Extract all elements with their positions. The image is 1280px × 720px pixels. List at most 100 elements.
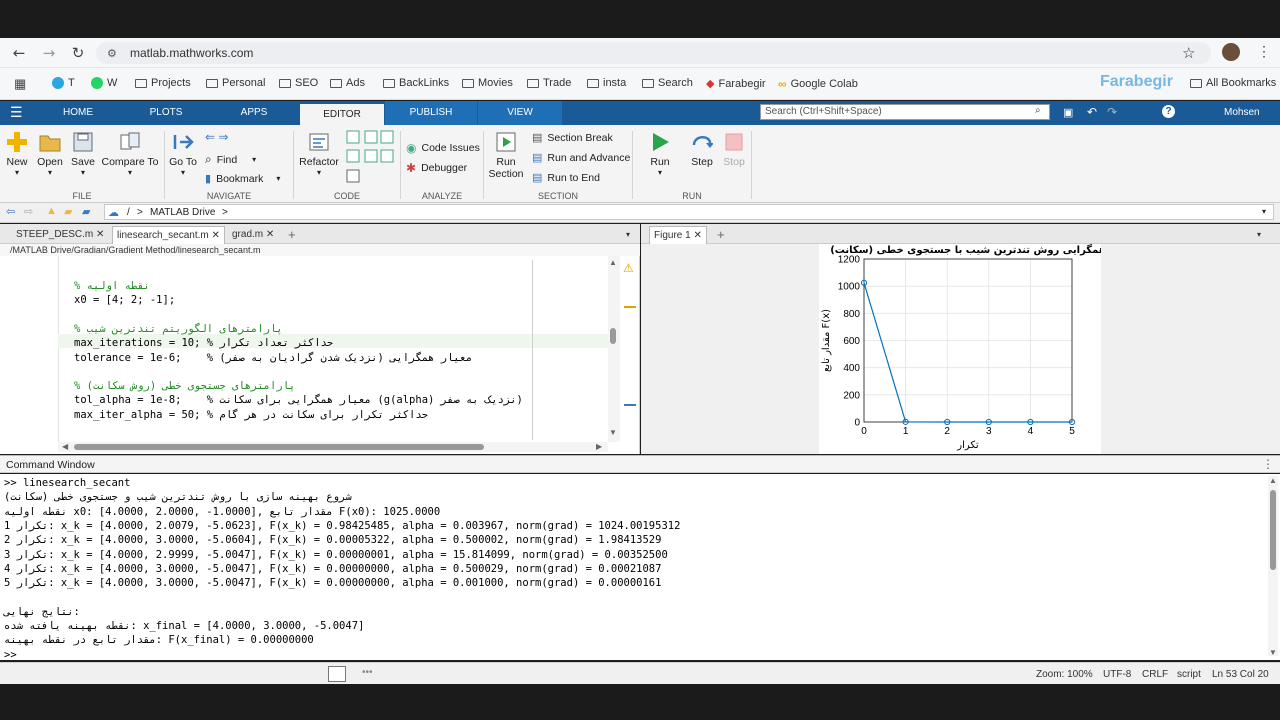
tab-home[interactable]: HOME	[50, 101, 106, 125]
path-input[interactable]	[104, 204, 1274, 220]
tabs-overflow-icon[interactable]: ▾	[622, 226, 634, 244]
stop-button[interactable]: Stop	[720, 131, 748, 168]
code-line[interactable]: x0 = [4; 2; -1];	[74, 294, 175, 306]
menu-icon[interactable]: ⋮	[1257, 43, 1271, 60]
save-button[interactable]: Save ▾	[70, 131, 96, 177]
panel-menu-icon[interactable]: ⋮	[1262, 457, 1274, 471]
nav-back-forward-icon[interactable]: ⇐ ⇒	[205, 130, 228, 144]
redo-icon[interactable]: ↷	[1107, 105, 1117, 119]
bookmark-ads[interactable]: Ads	[330, 77, 365, 89]
run-and-advance-button[interactable]: ▤ Run and Advance	[532, 151, 630, 165]
close-icon[interactable]: ✕	[96, 229, 104, 240]
bookmark-personal[interactable]: Personal	[206, 77, 265, 89]
warning-marker[interactable]	[624, 306, 636, 308]
bookmark-projects[interactable]: Projects	[135, 77, 191, 89]
user-name[interactable]: Mohsen	[1224, 107, 1260, 118]
cloud-folder-icon[interactable]: ▰	[82, 205, 90, 218]
tab-plots[interactable]: PLOTS	[138, 101, 194, 125]
help-icon[interactable]: ?	[1162, 105, 1175, 118]
scroll-right-icon[interactable]: ▶	[596, 442, 602, 451]
bookmark-seo[interactable]: SEO	[279, 77, 318, 89]
tab-grad[interactable]: grad.m ✕	[228, 226, 278, 244]
cmd-scroll-thumb[interactable]	[1270, 490, 1276, 570]
scroll-up-icon[interactable]: ▲	[609, 258, 617, 267]
forward-folder-icon[interactable]: ⇨	[24, 205, 33, 218]
path-matlab-drive[interactable]: MATLAB Drive	[150, 207, 215, 218]
run-to-end-button[interactable]: ▤ Run to End	[532, 171, 600, 185]
add-tab-icon[interactable]: +	[284, 226, 300, 244]
scroll-down-icon[interactable]: ▼	[609, 428, 617, 437]
scroll-left-icon[interactable]: ◀	[62, 442, 68, 451]
bookmark-w[interactable]: W	[91, 77, 117, 89]
path-dropdown-icon[interactable]: ▾	[1262, 207, 1266, 216]
convergence-chart[interactable]: 0 1 2 3 4 5 0 200 400 600 800 1000 1200همگرایی روش ت…	[819, 244, 1101, 454]
close-icon[interactable]: ✕	[266, 229, 274, 240]
scroll-down-icon[interactable]: ▼	[1269, 648, 1277, 657]
info-marker[interactable]	[624, 404, 636, 406]
command-window[interactable]: >> linesearch_secant شروع بهینه سازی با ر…	[0, 474, 1280, 661]
filetype-status[interactable]: script	[1177, 669, 1201, 680]
bookmark-backlinks[interactable]: BackLinks	[383, 77, 449, 89]
code-line[interactable]: max_iter_alpha = 50; % حداکثر تکرار برای…	[74, 409, 428, 421]
avatar[interactable]	[1222, 43, 1240, 61]
search-input[interactable]: Search (Ctrl+Shift+Space)	[760, 104, 1050, 120]
compare-to-button[interactable]: Compare To ▾	[100, 131, 160, 177]
refactor-button[interactable]: Refactor ▾	[298, 131, 340, 177]
bookmark-t[interactable]: T	[52, 77, 75, 89]
h-scroll-thumb[interactable]	[74, 444, 484, 450]
bookmark-google-colab[interactable]: ∞ Google Colab	[778, 77, 858, 91]
code-line[interactable]: tol_alpha = 1e-8; % معیار همگرایی برای س…	[74, 394, 523, 406]
find-button[interactable]: ⌕ Find ▾	[205, 152, 256, 167]
hamburger-icon[interactable]: ☰	[10, 104, 23, 121]
zoom-status[interactable]: Zoom: 100%	[1036, 669, 1093, 680]
browse-folder-icon[interactable]: ▰	[64, 205, 72, 218]
code-editor[interactable]: % نقطه اولیه x0 = [4; 2; -1]; % پارامترهای…	[0, 256, 640, 454]
scroll-up-icon[interactable]: ▲	[1269, 476, 1277, 485]
figure-overflow-icon[interactable]: ▾	[1253, 226, 1265, 244]
site-settings-icon[interactable]: ⚙	[107, 47, 117, 60]
vertical-scrollbar[interactable]	[608, 256, 620, 442]
go-to-button[interactable]: Go To ▾	[168, 131, 198, 177]
scroll-thumb[interactable]	[610, 328, 616, 344]
eol-status[interactable]: CRLF	[1142, 669, 1168, 680]
bookmark-trade[interactable]: Trade	[527, 77, 571, 89]
terminal-icon[interactable]	[328, 666, 346, 682]
code-format-buttons[interactable]	[346, 130, 396, 188]
tab-view[interactable]: VIEW	[478, 101, 562, 125]
bookmark-button[interactable]: ▮ Bookmark ▾	[205, 172, 280, 186]
undo-icon[interactable]: ↶	[1087, 105, 1097, 119]
code-line[interactable]: tolerance = 1e-6; % معیار همگرایی (نزدیک…	[74, 352, 472, 364]
bookmark-insta[interactable]: insta	[587, 77, 626, 89]
url-text[interactable]: matlab.mathworks.com	[130, 46, 253, 60]
up-folder-icon[interactable]: ▲	[46, 205, 57, 217]
tab-figure-1[interactable]: Figure 1 ✕	[649, 226, 707, 244]
back-folder-icon[interactable]: ⇦	[6, 205, 15, 218]
code-line[interactable]: max_iterations = 10; % حداکثر تعداد تکرا…	[74, 337, 333, 349]
bookmark-search[interactable]: Search	[642, 77, 693, 89]
tab-steep-desc[interactable]: STEEP_DESC.m ✕	[12, 226, 108, 244]
apps-grid-icon[interactable]: ▦	[14, 76, 26, 92]
warning-icon[interactable]: ⚠	[623, 261, 634, 275]
star-icon[interactable]: ☆	[1182, 44, 1195, 62]
run-button[interactable]: Run ▾	[646, 131, 674, 177]
close-icon[interactable]: ✕	[693, 230, 701, 241]
all-bookmarks[interactable]: All Bookmarks	[1190, 77, 1276, 89]
code-issues-button[interactable]: ◉ Code Issues	[406, 141, 480, 155]
open-button[interactable]: Open ▾	[36, 131, 64, 177]
bookmark-farabegir[interactable]: ◆ Farabegir	[706, 77, 766, 91]
run-section-button[interactable]: Run Section	[488, 131, 524, 180]
tab-editor[interactable]: EDITOR	[300, 104, 384, 125]
step-button[interactable]: Step	[688, 131, 716, 168]
back-icon[interactable]: ←	[10, 44, 28, 62]
reload-icon[interactable]: ↻	[69, 44, 87, 62]
new-button[interactable]: New ▾	[4, 131, 30, 177]
code-line[interactable]: % پارامترهای الگوریتم تندترین شیب	[74, 323, 283, 335]
save-layout-icon[interactable]: ▣	[1063, 106, 1073, 119]
section-break-button[interactable]: ▤ Section Break	[532, 131, 613, 145]
code-line[interactable]: % نقطه اولیه	[74, 280, 150, 292]
encoding-status[interactable]: UTF-8	[1103, 669, 1131, 680]
bookmark-movies[interactable]: Movies	[462, 77, 513, 89]
close-icon[interactable]: ✕	[212, 230, 220, 241]
code-line[interactable]: % پارامترهای جستجوی خطی (روش سکانت)	[74, 380, 295, 392]
tab-linesearch-secant[interactable]: linesearch_secant.m ✕	[112, 226, 225, 244]
